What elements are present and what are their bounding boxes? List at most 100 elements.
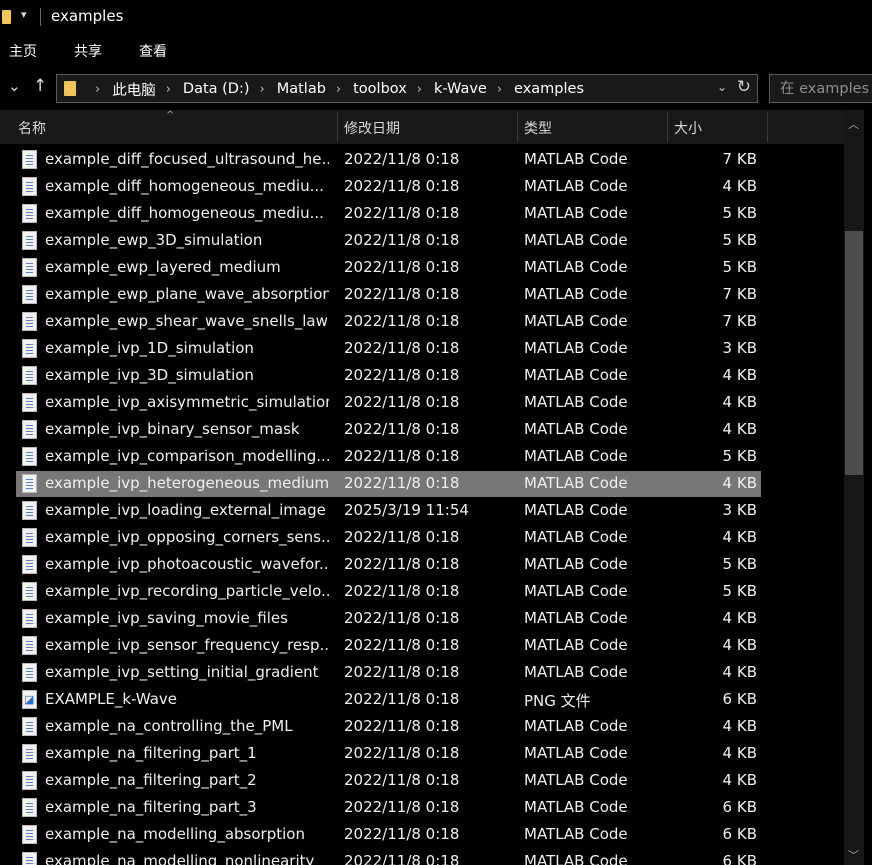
file-row[interactable]: example_ivp_sensor_frequency_resp... 2022… [16, 633, 761, 659]
file-type: MATLAB Code [524, 204, 628, 222]
recent-locations-icon[interactable]: ⌄ [8, 77, 21, 95]
file-size: 7 KB [722, 150, 757, 168]
file-row[interactable]: example_diff_focused_ultrasound_he... 202… [16, 147, 761, 173]
search-input[interactable] [770, 75, 872, 102]
file-row[interactable]: example_na_filtering_part_1 2022/11/8 0:1… [16, 741, 761, 767]
tab-view[interactable]: 查看 [139, 41, 167, 61]
file-name: example_ivp_comparison_modelling... [45, 447, 329, 465]
file-row[interactable]: example_ewp_shear_wave_snells_law 2022/11… [16, 309, 761, 335]
column-type[interactable]: 类型 [517, 110, 667, 144]
file-row[interactable]: example_ivp_1D_simulation 2022/11/8 0:18 M… [16, 336, 761, 362]
folder-icon [2, 10, 11, 24]
breadcrumb: › 此电脑 › Data (D:) › Matlab › toolbox › k… [85, 79, 584, 99]
refresh-icon[interactable]: ↻ [737, 77, 751, 97]
file-row[interactable]: example_ewp_3D_simulation 2022/11/8 0:18 M… [16, 228, 761, 254]
file-row[interactable]: example_ivp_3D_simulation 2022/11/8 0:18 M… [16, 363, 761, 389]
chevron-right-icon[interactable]: › [166, 82, 171, 97]
file-size: 6 KB [722, 852, 757, 865]
file-row[interactable]: example_ivp_opposing_corners_sens... 2022… [16, 525, 761, 551]
file-row[interactable]: example_ivp_binary_sensor_mask 2022/11/8 … [16, 417, 761, 443]
file-row[interactable]: example_ivp_comparison_modelling... 2022/… [16, 444, 761, 470]
file-name: example_na_filtering_part_1 [45, 744, 257, 762]
file-row[interactable]: example_ivp_saving_movie_files 2022/11/8 … [16, 606, 761, 632]
file-size: 3 KB [722, 501, 757, 519]
scroll-down-icon[interactable]: ﹀ [848, 847, 859, 863]
file-size: 4 KB [722, 771, 757, 789]
scroll-up-icon[interactable]: ︿ [848, 116, 859, 132]
ribbon: 主页 共享 查看 [0, 34, 872, 66]
file-row[interactable]: example_na_filtering_part_3 2022/11/8 0:1… [16, 795, 761, 821]
column-divider[interactable] [767, 112, 768, 142]
file-date-modified: 2022/11/8 0:18 [344, 150, 460, 168]
file-name: example_ivp_saving_movie_files [45, 609, 288, 627]
file-row[interactable]: example_na_controlling_the_PML 2022/11/8 … [16, 714, 761, 740]
breadcrumb-matlab[interactable]: Matlab [277, 81, 326, 97]
file-row[interactable]: example_ewp_plane_wave_absorption 2022/11… [16, 282, 761, 308]
matlab-file-icon [22, 744, 37, 763]
breadcrumb-data-drive[interactable]: Data (D:) [183, 81, 250, 97]
quick-access-dropdown-icon[interactable]: ▾ [21, 8, 27, 21]
file-name: EXAMPLE_k-Wave [45, 690, 177, 708]
file-row[interactable]: example_ivp_photoacoustic_wavefor... 2022… [16, 552, 761, 578]
file-row[interactable]: example_ivp_axisymmetric_simulation 2022/… [16, 390, 761, 416]
file-row[interactable]: example_na_modelling_absorption 2022/11/8… [16, 822, 761, 848]
file-size: 4 KB [722, 609, 757, 627]
file-date-modified: 2022/11/8 0:18 [344, 258, 460, 276]
chevron-right-icon[interactable]: › [336, 82, 341, 97]
file-type: MATLAB Code [524, 852, 628, 865]
file-type: MATLAB Code [524, 366, 628, 384]
file-date-modified: 2022/11/8 0:18 [344, 285, 460, 303]
file-size: 4 KB [722, 528, 757, 546]
file-row[interactable]: EXAMPLE_k-Wave 2022/11/8 0:18 PNG 文件 6 KB [16, 687, 761, 713]
matlab-file-icon [22, 609, 37, 628]
tab-home[interactable]: 主页 [9, 41, 37, 61]
file-name: example_ivp_setting_initial_gradient [45, 663, 319, 681]
matlab-file-icon [22, 420, 37, 439]
file-size: 7 KB [722, 312, 757, 330]
address-history-dropdown-icon[interactable]: ⌄ [717, 80, 727, 94]
up-arrow-icon[interactable]: ↑ [33, 76, 47, 96]
scrollbar-thumb[interactable] [845, 231, 863, 475]
breadcrumb-k-wave[interactable]: k-Wave [434, 81, 487, 97]
file-size: 5 KB [722, 447, 757, 465]
matlab-file-icon [22, 852, 37, 865]
breadcrumb-toolbox[interactable]: toolbox [353, 81, 407, 97]
file-type: MATLAB Code [524, 663, 628, 681]
file-type: MATLAB Code [524, 285, 628, 303]
chevron-right-icon[interactable]: › [497, 82, 502, 97]
title-separator [40, 8, 41, 26]
file-row[interactable]: example_na_modelling_nonlinearity 2022/11… [16, 849, 761, 865]
file-row[interactable]: example_ivp_setting_initial_gradient 2022… [16, 660, 761, 686]
file-date-modified: 2022/11/8 0:18 [344, 447, 460, 465]
column-name[interactable]: 名称 [11, 110, 337, 144]
chevron-right-icon[interactable]: › [95, 82, 100, 97]
breadcrumb-this-pc[interactable]: 此电脑 [112, 79, 156, 100]
matlab-file-icon [22, 312, 37, 331]
matlab-file-icon [22, 663, 37, 682]
file-row[interactable]: example_ivp_loading_external_image 2025/3… [16, 498, 761, 524]
file-name: example_ivp_recording_particle_velo... [45, 582, 329, 600]
search-box[interactable] [769, 74, 872, 103]
file-name: example_ivp_photoacoustic_wavefor... [45, 555, 329, 573]
file-row[interactable]: example_diff_homogeneous_mediu... 2022/11… [16, 201, 761, 227]
file-date-modified: 2025/3/19 11:54 [344, 501, 469, 519]
breadcrumb-examples[interactable]: examples [514, 81, 584, 97]
file-type: MATLAB Code [524, 231, 628, 249]
file-row[interactable]: example_ivp_heterogeneous_medium 2022/11/… [16, 471, 761, 497]
tab-share[interactable]: 共享 [74, 41, 102, 61]
file-row[interactable]: example_ivp_recording_particle_velo... 20… [16, 579, 761, 605]
file-date-modified: 2022/11/8 0:18 [344, 717, 460, 735]
column-size[interactable]: 大小 [667, 110, 767, 144]
column-date-modified[interactable]: 修改日期 [337, 110, 517, 144]
chevron-right-icon[interactable]: › [260, 82, 265, 97]
matlab-file-icon [22, 447, 37, 466]
file-row[interactable]: example_na_filtering_part_2 2022/11/8 0:1… [16, 768, 761, 794]
file-size: 6 KB [722, 798, 757, 816]
file-row[interactable]: example_diff_homogeneous_mediu... 2022/11… [16, 174, 761, 200]
file-type: MATLAB Code [524, 636, 628, 654]
chevron-right-icon[interactable]: › [417, 82, 422, 97]
file-row[interactable]: example_ewp_layered_medium 2022/11/8 0:18… [16, 255, 761, 281]
file-name: example_ewp_plane_wave_absorption [45, 285, 329, 303]
vertical-scrollbar[interactable]: ︿ ﹀ [844, 110, 864, 865]
address-bar[interactable]: › 此电脑 › Data (D:) › Matlab › toolbox › k… [56, 74, 758, 103]
